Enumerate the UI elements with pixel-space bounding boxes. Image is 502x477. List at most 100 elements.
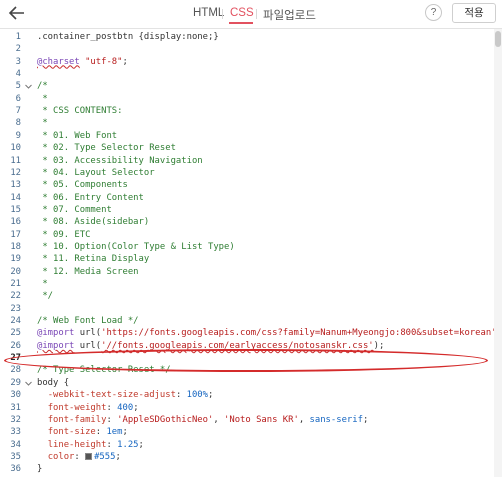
line-number: 4 <box>15 69 21 80</box>
line-number: 2 <box>15 44 21 55</box>
line-code: body { <box>37 377 70 388</box>
line-number: 35 <box>10 451 21 462</box>
tab-file-upload[interactable]: 파일업로드 <box>263 7 316 23</box>
line-number: 14 <box>10 192 21 203</box>
line-code: * 02. Type Selector Reset <box>37 143 176 154</box>
line-code: line-height: 1.25; <box>47 439 144 450</box>
line-number: 31 <box>10 402 21 413</box>
back-button[interactable] <box>7 3 27 23</box>
code-line[interactable]: 5 /* <box>0 80 492 93</box>
line-number: 17 <box>10 229 21 240</box>
line-code: * 05. Components <box>37 180 128 191</box>
code-line[interactable]: 19 * 11. Retina Display <box>0 253 492 266</box>
line-code: * <box>37 118 48 129</box>
code-line[interactable]: 1 .container_postbtn {display:none;} <box>0 31 492 44</box>
code-line[interactable]: 36} <box>0 463 492 476</box>
code-line[interactable]: 6 * <box>0 93 492 106</box>
code-line[interactable]: 14 * 06. Entry Content <box>0 192 492 205</box>
code-line[interactable]: 33 font-size: 1em; <box>0 426 492 439</box>
line-number: 33 <box>10 427 21 438</box>
line-number: 34 <box>10 439 21 450</box>
line-number: 26 <box>10 340 21 351</box>
scrollbar-thumb[interactable] <box>495 31 501 47</box>
tab-divider <box>222 9 223 19</box>
code-line[interactable]: 9 * 01. Web Font <box>0 130 492 143</box>
line-code: -webkit-text-size-adjust: 100%; <box>47 390 214 401</box>
line-code: * 04. Layout Selector <box>37 167 155 178</box>
line-number: 18 <box>10 241 21 252</box>
line-number: 15 <box>10 204 21 215</box>
code-line[interactable]: 34 line-height: 1.25; <box>0 439 492 452</box>
code-line[interactable]: 30 -webkit-text-size-adjust: 100%; <box>0 389 492 402</box>
line-code: .container_postbtn {display:none;} <box>37 32 219 42</box>
code-line[interactable]: 28 /* Type Selector Reset */ <box>0 364 492 377</box>
code-line[interactable]: 12 * 04. Layout Selector <box>0 167 492 180</box>
code-line[interactable]: 23 <box>0 303 492 316</box>
tab-divider <box>256 9 257 19</box>
code-line[interactable]: 26 @import url('//fonts.googleapis.com/ea… <box>0 340 492 353</box>
line-code: @import url('https://fonts.googleapis.co… <box>37 328 502 339</box>
color-swatch-icon[interactable] <box>85 452 93 460</box>
code-line[interactable]: 7 * CSS CONTENTS: <box>0 105 492 118</box>
line-code: * <box>37 93 48 104</box>
line-number: 12 <box>10 167 21 178</box>
question-icon[interactable]: ? <box>425 4 442 21</box>
line-number: 11 <box>10 155 21 166</box>
code-line[interactable]: 20 * 12. Media Screen <box>0 266 492 279</box>
code-line[interactable]: 15 * 07. Comment <box>0 204 492 217</box>
line-code: font-weight: 400; <box>47 402 139 413</box>
code-line[interactable]: 10 * 02. Type Selector Reset <box>0 142 492 155</box>
line-code: /* <box>37 81 48 92</box>
line-code: * CSS CONTENTS: <box>37 106 123 117</box>
active-tab-indicator <box>229 22 253 24</box>
line-number: 3 <box>15 56 21 67</box>
code-line[interactable]: 29 body { <box>0 377 492 390</box>
code-line[interactable]: 4 <box>0 68 492 81</box>
line-number: 13 <box>10 180 21 191</box>
apply-button[interactable]: 적용 <box>452 3 496 23</box>
code-editor[interactable]: 1 .container_postbtn {display:none;} 2 3 @ch… <box>0 28 502 477</box>
line-number: 22 <box>10 291 21 302</box>
code-line[interactable]: 31 font-weight: 400; <box>0 402 492 415</box>
line-code: * 09. ETC <box>37 229 91 240</box>
line-code: */ <box>37 291 54 302</box>
code-line[interactable]: 32 font-family: 'AppleSDGothicNeo', 'Not… <box>0 414 492 427</box>
line-code: * <box>37 279 48 289</box>
code-line[interactable]: 35 color: #555; <box>0 451 492 464</box>
line-number: 20 <box>10 266 21 277</box>
line-code: * 03. Accessibility Navigation <box>37 155 203 166</box>
line-number: 25 <box>10 328 21 339</box>
code-line[interactable]: 24 /* Web Font Load */ <box>0 315 492 328</box>
line-number: 8 <box>15 118 21 129</box>
line-code: } <box>37 464 43 475</box>
line-number: 32 <box>10 414 21 425</box>
line-number: 27 <box>10 353 21 364</box>
code-line[interactable]: 21 * <box>0 278 492 291</box>
code-line[interactable]: 3 @charset "utf-8"; <box>0 56 492 69</box>
line-number: 23 <box>10 303 21 314</box>
code-line[interactable]: 8 * <box>0 117 492 130</box>
editor-header: HTML CSS 파일업로드 ? 적용 <box>0 0 502 28</box>
tab-css[interactable]: CSS <box>230 7 254 19</box>
line-code: * 06. Entry Content <box>37 192 144 203</box>
line-code: * 12. Media Screen <box>37 266 139 277</box>
line-number: 1 <box>15 32 21 42</box>
code-line[interactable]: 27 <box>0 352 492 365</box>
code-line[interactable]: 18 * 10. Option(Color Type & List Type) <box>0 241 492 254</box>
line-code: /* Type Selector Reset */ <box>37 365 171 376</box>
line-number: 9 <box>15 130 21 141</box>
code-line[interactable]: 17 * 09. ETC <box>0 229 492 242</box>
line-code: font-family: 'AppleSDGothicNeo', 'Noto S… <box>47 414 369 425</box>
line-code: * 10. Option(Color Type & List Type) <box>37 241 235 252</box>
code-line[interactable]: 11 * 03. Accessibility Navigation <box>0 155 492 168</box>
line-code: /* Web Font Load */ <box>37 316 139 327</box>
tab-html[interactable]: HTML <box>193 7 224 19</box>
code-line[interactable]: 25 @import url('https://fonts.googleapis.… <box>0 327 502 340</box>
line-number: 16 <box>10 217 21 228</box>
code-line[interactable]: 2 <box>0 43 492 56</box>
code-line[interactable]: 16 * 08. Aside(sidebar) <box>0 216 492 229</box>
code-line[interactable]: 22 */ <box>0 290 492 303</box>
vertical-scrollbar[interactable] <box>494 29 502 477</box>
arrow-left-icon <box>8 6 24 20</box>
code-line[interactable]: 13 * 05. Components <box>0 179 492 192</box>
